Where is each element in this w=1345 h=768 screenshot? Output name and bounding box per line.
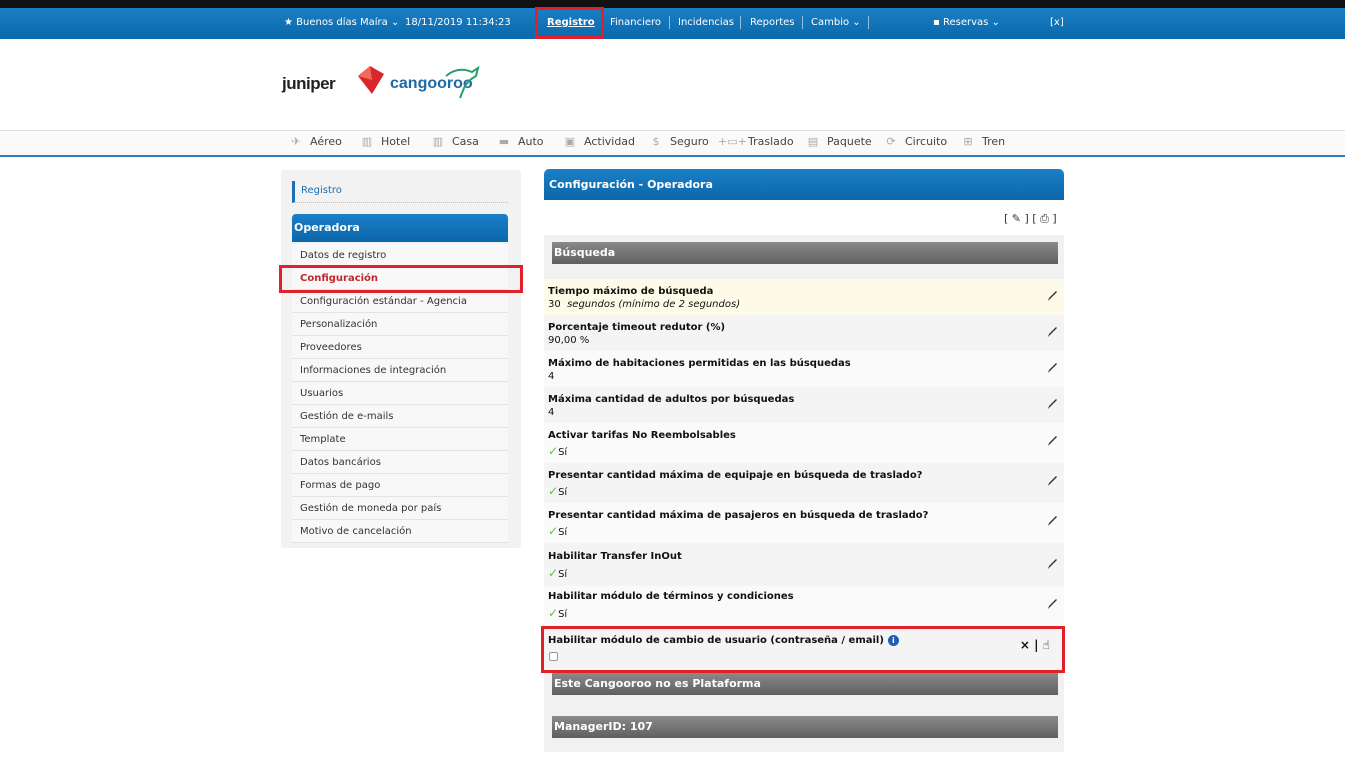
check-icon: ✓: [548, 566, 559, 580]
pencil-icon[interactable]: [1046, 397, 1058, 411]
sidebar-item-personalizacion[interactable]: Personalización: [292, 313, 508, 336]
section-manager: ManagerID: 107: [552, 716, 1058, 738]
activity-icon: ▣: [564, 134, 576, 148]
sidebar-section-operadora: Operadora: [292, 214, 508, 242]
highlight-registro: [535, 7, 604, 39]
check-icon: ✓: [548, 524, 559, 538]
product-actividad[interactable]: ▣ Actividad: [562, 135, 635, 148]
kangaroo-icon: [445, 65, 480, 99]
logo-diamond-icon: [358, 66, 384, 94]
briefcase-icon: ▤: [807, 134, 819, 148]
greeting-menu[interactable]: ★ Buenos días Maíra ⌄: [284, 17, 399, 28]
caret-down-icon: ⌄: [852, 17, 861, 28]
product-seguro[interactable]: $ Seguro: [648, 135, 709, 148]
pencil-icon[interactable]: [1046, 361, 1058, 375]
close-session-link[interactable]: [x]: [1050, 17, 1064, 28]
highlight-change-user-row: [541, 626, 1065, 673]
pencil-icon[interactable]: [1046, 325, 1058, 339]
product-traslado[interactable]: +▭+ Traslado: [718, 135, 794, 148]
sidebar-item-gestion-moneda[interactable]: Gestión de moneda por país: [292, 497, 508, 520]
sidebar-item-gestion-emails[interactable]: Gestión de e-mails: [292, 405, 508, 428]
sidebar-item-configuracion-estandar[interactable]: Configuración estándar - Agencia: [292, 290, 508, 313]
config-row: Porcentaje timeout redutor (%) 90,00 %: [544, 315, 1064, 351]
check-icon: ✓: [548, 444, 559, 458]
top-black-strip: [0, 0, 1345, 8]
plane-icon: ✈: [291, 134, 301, 148]
transfer-icon: +▭+: [718, 134, 747, 148]
check-icon: ✓: [548, 484, 559, 498]
sidebar-item-proveedores[interactable]: Proveedores: [292, 336, 508, 359]
sidebar-item-formas-pago[interactable]: Formas de pago: [292, 474, 508, 497]
product-aereo[interactable]: ✈ Aéreo: [288, 135, 342, 148]
sidebar-item-usuarios[interactable]: Usuarios: [292, 382, 508, 405]
house-icon: ▥: [432, 134, 444, 148]
product-circuito[interactable]: ⟳ Circuito: [883, 135, 947, 148]
page-tools[interactable]: [ ✎ ] [ ⎙ ]: [1004, 212, 1057, 226]
caret-down-icon: ⌄: [390, 17, 400, 28]
separator: [868, 16, 869, 29]
pencil-icon[interactable]: [1046, 434, 1058, 448]
separator: [740, 16, 741, 29]
config-row: Máxima cantidad de adultos por búsquedas…: [544, 387, 1064, 423]
reservas-menu[interactable]: ▪ Reservas ⌄: [933, 17, 1000, 28]
check-icon: ✓: [548, 606, 559, 620]
config-row: Presentar cantidad máxima de pasajeros e…: [544, 503, 1064, 543]
config-row: Presentar cantidad máxima de equipaje en…: [544, 463, 1064, 503]
train-icon: ⊞: [963, 134, 973, 148]
sidebar-item-datos-bancarios[interactable]: Datos bancários: [292, 451, 508, 474]
pencil-icon[interactable]: [1046, 289, 1058, 303]
logo-juniper: juniper: [282, 74, 336, 93]
pencil-icon[interactable]: [1046, 474, 1058, 488]
car-icon: ▬: [498, 134, 510, 148]
top-menu-incidencias[interactable]: Incidencias: [678, 17, 734, 28]
pencil-icon[interactable]: [1046, 597, 1058, 611]
logo: juniper cangooroo: [282, 58, 502, 108]
separator: [802, 16, 803, 29]
separator: [669, 16, 670, 29]
section-platform: Este Cangooroo no es Plataforma: [552, 673, 1058, 695]
top-menu-reportes[interactable]: Reportes: [750, 17, 795, 28]
bookmark-icon: ▪: [933, 17, 940, 28]
config-row: Máximo de habitaciones permitidas en las…: [544, 351, 1064, 387]
product-paquete[interactable]: ▤ Paquete: [805, 135, 872, 148]
star-icon: ★: [284, 17, 293, 28]
page-title: Configuración - Operadora: [544, 169, 1064, 200]
config-row: Habilitar Transfer InOut ✓Sí: [544, 543, 1064, 586]
config-row: Activar tarifas No Reembolsables ✓Sí: [544, 423, 1064, 463]
top-menu-financiero[interactable]: Financiero: [610, 17, 661, 28]
datetime: 18/11/2019 11:34:23: [405, 17, 511, 28]
pencil-icon[interactable]: [1046, 514, 1058, 528]
sidebar-title[interactable]: Registro: [292, 181, 508, 203]
sidebar-item-datos-registro[interactable]: Datos de registro: [292, 244, 508, 267]
pencil-icon[interactable]: [1046, 557, 1058, 571]
product-hotel[interactable]: ▥ Hotel: [359, 135, 410, 148]
section-busqueda: Búsqueda: [552, 242, 1058, 264]
dollar-icon: $: [652, 134, 660, 148]
product-nav-underline: [0, 155, 1345, 157]
product-auto[interactable]: ▬ Auto: [496, 135, 544, 148]
caret-down-icon: ⌄: [991, 17, 1000, 28]
building-icon: ▥: [361, 134, 373, 148]
highlight-configuracion: [279, 265, 523, 293]
sidebar-item-template[interactable]: Template: [292, 428, 508, 451]
circuit-icon: ⟳: [886, 134, 896, 148]
sidebar-item-motivo-cancelacion[interactable]: Motivo de cancelación: [292, 520, 508, 543]
config-row: Tiempo máximo de búsqueda 30 segundos (m…: [544, 279, 1064, 315]
config-row: Habilitar módulo de términos y condicion…: [544, 586, 1064, 626]
top-bar: ★ Buenos días Maíra ⌄ 18/11/2019 11:34:2…: [0, 8, 1345, 39]
product-tren[interactable]: ⊞ Tren: [960, 135, 1005, 148]
product-casa[interactable]: ▥ Casa: [430, 135, 479, 148]
sidebar-item-informaciones-integracion[interactable]: Informaciones de integración: [292, 359, 508, 382]
top-menu-cambio[interactable]: Cambio ⌄: [811, 17, 861, 28]
product-nav: ✈ Aéreo ▥ Hotel ▥ Casa ▬ Auto ▣ Actividad $ Se…: [0, 131, 1345, 155]
